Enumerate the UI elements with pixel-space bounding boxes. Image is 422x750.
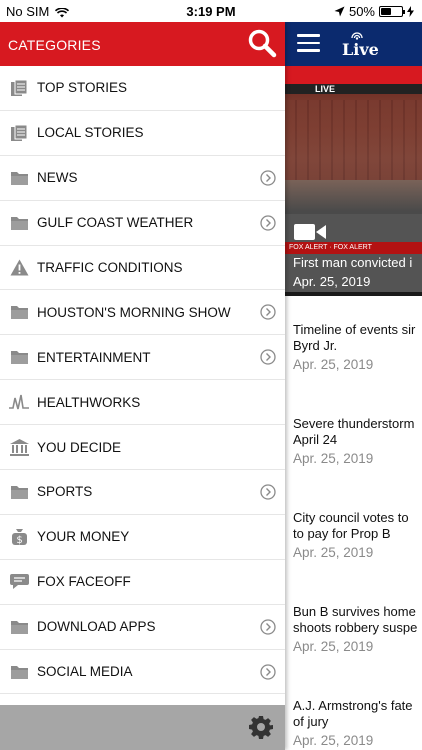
story-item[interactable]: Bun B survives home shoots robbery suspe A… [285,578,422,672]
heartbeat-icon [9,393,29,411]
chevron-right-circle-icon[interactable] [260,304,276,321]
location-arrow-icon [334,6,345,17]
folder-icon [9,169,29,187]
story-title-line: A.J. Armstrong's fate [293,698,413,713]
menu-item-traffic-conditions[interactable]: TRAFFIC CONDITIONS [0,246,285,291]
menu-item-download-apps[interactable]: DOWNLOAD APPS [0,605,285,650]
chevron-right-circle-icon[interactable] [260,170,276,186]
speech-bubble-icon [9,573,29,591]
story-title-line: Severe thunderstorm [293,416,415,431]
menu-item-label: GULF COAST WEATHER [37,215,194,231]
status-right: 50% [334,4,414,19]
folder-icon [9,348,29,366]
story-title-line: City council votes to [293,510,409,525]
menu-item-top-stories[interactable]: TOP STORIES [0,66,285,111]
hero-date: Apr. 25, 2019 [293,274,371,289]
chevron-right-circle-icon[interactable] [260,349,276,365]
hero-video-card[interactable]: LIVE FOX ALERT · FOX ALERT First man con… [285,84,422,296]
story-title-line: Timeline of events sir [293,322,416,337]
story-title-line: of jury [293,714,329,729]
folder-icon [9,618,29,636]
menu-item-label: HOUSTON'S MORNING SHOW [37,304,231,320]
story-date: Apr. 25, 2019 [293,451,374,466]
menu-item-label: NEWS [37,170,78,186]
menu-item-sports[interactable]: SPORTS [0,470,285,515]
story-item[interactable]: City council votes to to pay for Prop B Ap… [285,484,422,578]
hero-image-building [285,100,422,180]
search-icon[interactable] [247,28,277,58]
chevron-right-circle-icon[interactable] [260,663,276,680]
live-tag: LIVE [285,84,422,94]
story-title-line: shoots robbery suspe [293,620,418,635]
chevron-right-circle-icon[interactable] [260,214,276,231]
gear-icon[interactable] [249,715,273,739]
categories-drawer: CATEGORIES TOP STORIES LOCAL STORIES NEWS G… [0,22,285,750]
menu-item-social-media[interactable]: SOCIAL MEDIA [0,650,285,695]
capitol-icon [9,438,29,456]
drawer-header: CATEGORIES [0,22,285,66]
drawer-title: CATEGORIES [8,37,101,53]
drawer-footer [0,705,285,750]
menu-item-houston-s-morning-show[interactable]: HOUSTON'S MORNING SHOW [0,290,285,336]
story-list: Timeline of events sir Byrd Jr. Apr. 25, 2… [285,296,422,750]
folder-icon [9,483,29,501]
live-logo: Live [342,30,379,59]
menu-item-label: ENTERTAINMENT [37,349,151,365]
document-icon [9,124,29,142]
story-date: Apr. 25, 2019 [293,733,374,748]
menu-item-label: YOUR MONEY [37,529,130,545]
menu-item-you-decide[interactable]: YOU DECIDE [0,425,285,471]
menu-item-your-money[interactable]: $ YOUR MONEY [0,515,285,560]
battery-icon [379,6,405,17]
story-title-line: Bun B survives home [293,604,416,619]
folder-icon [9,663,29,681]
story-date: Apr. 25, 2019 [293,639,374,654]
folder-icon [9,303,29,321]
broadcast-antenna-icon [351,32,363,40]
document-icon [9,79,29,97]
news-ticker: FOX ALERT · FOX ALERT [285,242,422,254]
charging-bolt-icon [407,6,414,17]
menu-item-news[interactable]: NEWS [0,156,285,201]
story-item[interactable]: Severe thunderstorm April 24 Apr. 25, 2019 [285,390,422,484]
menu-item-label: SPORTS [37,484,93,500]
menu-item-label: FOX FACEOFF [37,574,131,590]
menu-item-label: YOU DECIDE [37,439,122,455]
folder-icon [9,214,29,232]
story-item[interactable]: A.J. Armstrong's fate of jury Apr. 25, 201… [285,672,422,750]
story-date: Apr. 25, 2019 [293,357,374,372]
menu-item-entertainment[interactable]: ENTERTAINMENT [0,335,285,381]
svg-text:$: $ [16,535,22,546]
story-item[interactable]: Timeline of events sir Byrd Jr. Apr. 25, 2… [285,296,422,390]
menu-item-healthworks[interactable]: HEALTHWORKS [0,380,285,426]
menu-item-gulf-coast-weather[interactable]: GULF COAST WEATHER [0,201,285,246]
menu-item-local-stories[interactable]: LOCAL STORIES [0,111,285,156]
menu-item-fox-faceoff[interactable]: FOX FACEOFF [0,560,285,605]
story-date: Apr. 25, 2019 [293,545,374,560]
chevron-right-circle-icon[interactable] [260,618,276,635]
chevron-right-circle-icon[interactable] [260,484,276,500]
story-title-line: Byrd Jr. [293,338,338,353]
battery-percent: 50% [348,4,375,19]
menu-item-label: HEALTHWORKS [37,394,141,410]
app-top-bar: Live [285,22,422,66]
menu-item-label: TOP STORIES [37,80,128,96]
story-title-line: to pay for Prop B [293,526,391,541]
status-bar: No SIM 3:19 PM 50% [0,0,422,22]
red-accent-strip [285,66,422,84]
warning-icon [9,259,29,277]
menu-item-label: LOCAL STORIES [37,125,144,141]
money-bag-icon: $ [9,528,29,546]
video-camera-icon [294,224,326,240]
menu-item-label: SOCIAL MEDIA [37,664,133,680]
menu-item-label: DOWNLOAD APPS [37,619,156,635]
hamburger-menu-icon[interactable] [297,34,320,52]
category-menu: TOP STORIES LOCAL STORIES NEWS GULF COAST W… [0,66,285,695]
menu-item-label: TRAFFIC CONDITIONS [37,260,183,275]
story-title-line: April 24 [293,432,338,447]
hero-headline[interactable]: First man convicted i [293,255,412,270]
